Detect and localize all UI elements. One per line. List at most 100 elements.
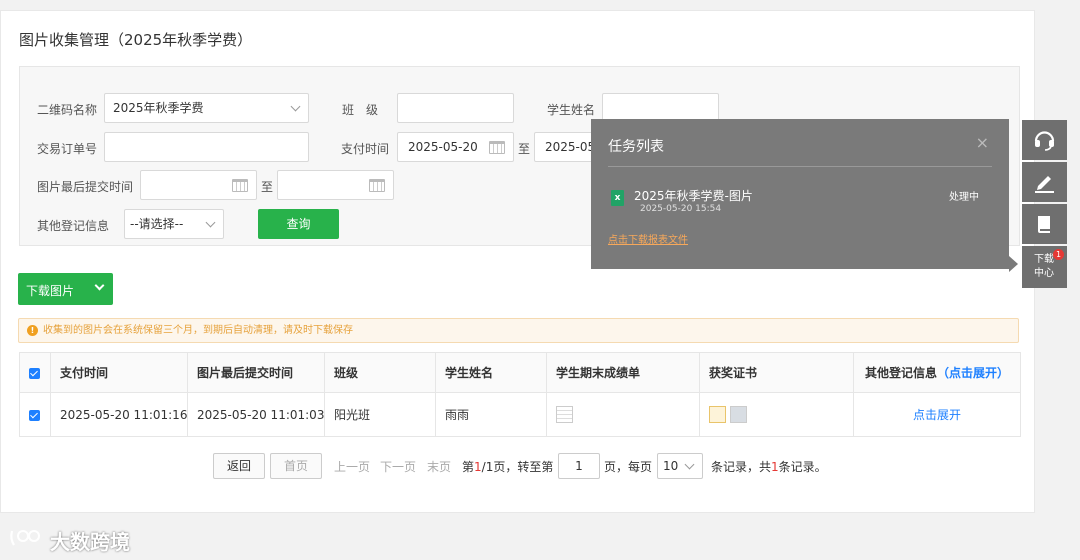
download-images-button[interactable]: 下载图片: [18, 273, 113, 305]
transcript-thumbnail[interactable]: [556, 406, 573, 423]
page-title: 图片收集管理（2025年秋季学费）: [19, 31, 253, 49]
calendar-icon: [489, 141, 505, 154]
class-cell: 阳光班: [324, 392, 436, 437]
table-row: 2025-05-20 11:01:16 2025-05-20 11:01:03 …: [19, 392, 1021, 437]
class-input[interactable]: [397, 93, 514, 123]
qrcode-name-value: 2025年秋季学费: [113, 101, 204, 115]
qrcode-name-select[interactable]: 2025年秋季学费: [104, 93, 309, 123]
order-number-input[interactable]: [104, 132, 309, 162]
retention-notice: ! 收集到的图片会在系统保留三个月，到期后自动清理，请及时下载保存: [18, 318, 1019, 343]
row-select-cell[interactable]: [19, 392, 51, 437]
range-separator: 至: [261, 180, 274, 194]
select-all-cell[interactable]: [19, 352, 51, 393]
next-page-link[interactable]: 下一页: [380, 458, 416, 475]
task-file-date: 2025-05-20 15:54: [640, 204, 722, 214]
expand-all-link[interactable]: （点击展开）: [937, 366, 1009, 380]
range-separator: 至: [518, 142, 531, 156]
other-info-label: 其他登记信息: [37, 219, 110, 233]
last-page-link[interactable]: 末页: [427, 458, 451, 475]
goto-label: 转至第: [517, 460, 554, 474]
table-header-row: 支付时间 图片最后提交时间 班级 学生姓名 学生期末成绩单 获奖证书 其他登记信…: [19, 352, 1021, 393]
pay-time-cell: 2025-05-20 11:01:16: [50, 392, 188, 437]
chevron-down-icon: [94, 280, 105, 291]
download-report-link[interactable]: 点击下载报表文件: [608, 231, 688, 246]
submit-time-end-input[interactable]: [277, 170, 394, 200]
records-info: 条记录，共1条记录。: [711, 458, 827, 475]
book-icon: [1038, 216, 1050, 233]
pen-icon: [1035, 176, 1054, 193]
total-prefix: 共: [759, 460, 772, 474]
calendar-icon: [232, 179, 248, 192]
task-list-popup: 任务列表 × x 2025年秋季学费-图片 2025-05-20 15:54 处…: [591, 119, 1009, 269]
other-info-value: --请选择--: [130, 217, 184, 231]
page-info: 第1/1页，转至第: [462, 458, 553, 475]
records-unit: 条记录，: [711, 460, 760, 474]
other-info-select[interactable]: --请选择--: [124, 209, 224, 239]
calendar-icon: [369, 179, 385, 192]
select-all-checkbox[interactable]: [29, 367, 40, 379]
edit-button[interactable]: [1022, 162, 1067, 202]
student-name-label: 学生姓名: [547, 103, 596, 117]
prev-page-link[interactable]: 上一页: [334, 458, 370, 475]
certificate-thumbnail[interactable]: [730, 406, 747, 423]
student-cell: 雨雨: [435, 392, 547, 437]
column-header: 其他登记信息: [864, 366, 937, 380]
goto-page-input[interactable]: 1: [558, 453, 600, 479]
per-page-label: 每页: [628, 460, 653, 474]
page-unit-text: 页，: [604, 460, 629, 474]
download-center-label: 下载中心: [1034, 254, 1054, 279]
expand-link[interactable]: 点击展开: [913, 408, 961, 422]
other-info-header: 其他登记信息（点击展开）: [853, 352, 1021, 393]
certificate-cell: [699, 392, 854, 437]
notification-badge: 1: [1053, 249, 1064, 260]
page-prefix: 第: [462, 460, 475, 474]
popup-title: 任务列表: [608, 139, 664, 155]
download-center-button[interactable]: 下载中心 1: [1022, 246, 1067, 288]
per-page-value: 10: [663, 459, 679, 473]
column-header: 支付时间: [50, 352, 188, 393]
column-header: 学生期末成绩单: [546, 352, 700, 393]
query-button[interactable]: 查询: [258, 209, 339, 239]
popup-pointer: [1009, 256, 1018, 272]
total-suffix: 条记录。: [778, 460, 827, 474]
pay-time-start-value: 2025-05-20: [408, 140, 478, 154]
certificate-thumbnail[interactable]: [709, 406, 726, 423]
chevron-down-icon: [205, 217, 216, 228]
column-header: 班级: [324, 352, 436, 393]
qrcode-name-label: 二维码名称: [37, 103, 98, 117]
notice-text: 收集到的图片会在系统保留三个月，到期后自动清理，请及时下载保存: [43, 325, 353, 336]
pay-time-start-input[interactable]: 2025-05-20: [397, 132, 514, 162]
warning-icon: !: [27, 325, 38, 336]
submit-time-label: 图片最后提交时间: [37, 180, 134, 194]
task-status: 处理中: [949, 192, 979, 203]
back-button[interactable]: 返回: [213, 453, 265, 479]
submit-time-cell: 2025-05-20 11:01:03: [187, 392, 325, 437]
order-number-label: 交易订单号: [37, 142, 98, 156]
pay-time-label: 支付时间: [341, 142, 390, 156]
column-header: 学生姓名: [435, 352, 547, 393]
task-file-name: 2025年秋季学费-图片: [634, 189, 753, 203]
customer-service-button[interactable]: [1022, 120, 1067, 160]
data-table: 支付时间 图片最后提交时间 班级 学生姓名 学生期末成绩单 获奖证书 其他登记信…: [19, 352, 1021, 437]
first-page-button[interactable]: 首页: [270, 453, 322, 479]
page-unit: 页，每页: [604, 458, 652, 475]
watermark-text: 大数跨境: [50, 530, 130, 554]
column-header: 获奖证书: [699, 352, 854, 393]
close-icon[interactable]: ×: [976, 133, 989, 152]
watermark-logo-icon: [10, 530, 40, 546]
submit-time-start-input[interactable]: [140, 170, 257, 200]
other-info-cell: 点击展开: [853, 392, 1021, 437]
row-checkbox[interactable]: [29, 409, 40, 421]
total-pages: /1页，: [481, 460, 518, 474]
transcript-cell: [546, 392, 700, 437]
chevron-down-icon: [290, 101, 301, 112]
manual-button[interactable]: [1022, 204, 1067, 244]
chevron-down-icon: [684, 459, 695, 470]
download-images-label: 下载图片: [26, 284, 75, 298]
excel-file-icon: x: [611, 190, 624, 206]
headset-icon: [1034, 131, 1055, 151]
current-page: 1: [474, 460, 482, 474]
per-page-select[interactable]: 10: [657, 453, 703, 479]
pagination: 返回 首页 上一页 下一页 末页 第1/1页，转至第 1 页，每页 10 条记录…: [1, 453, 1036, 479]
total-count: 1: [771, 460, 779, 474]
